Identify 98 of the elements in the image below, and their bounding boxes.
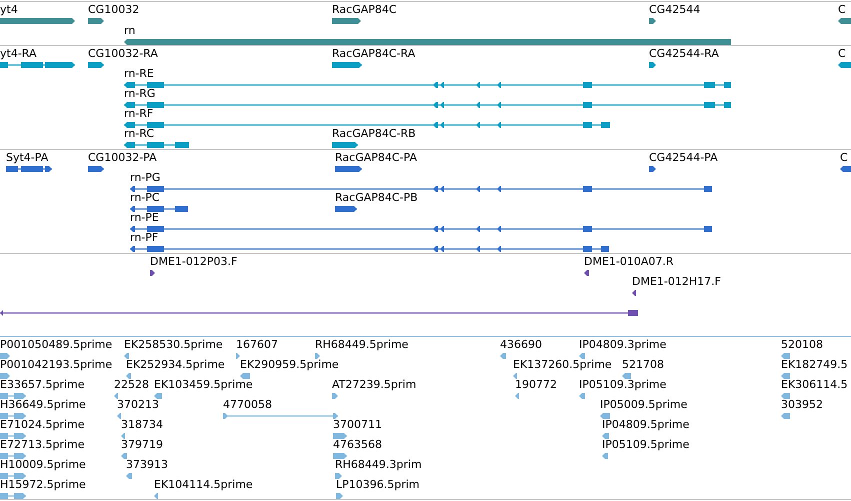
feature-glyph[interactable] (6, 165, 52, 173)
feature-label[interactable]: EK182749.5 (781, 358, 848, 371)
feature-label[interactable]: RacGAP84C-RB (332, 127, 416, 140)
feature-glyph[interactable] (130, 185, 712, 193)
feature-glyph[interactable] (130, 205, 188, 213)
feature-label[interactable]: E72713.5prime (0, 438, 84, 451)
feature-label[interactable]: AT27239.5prim (332, 378, 416, 391)
feature-glyph[interactable] (124, 38, 731, 46)
feature-label[interactable]: RacGAP84C-PB (335, 191, 418, 204)
feature-label[interactable]: CG10032-PA (88, 151, 157, 164)
feature-label[interactable]: LP10396.5prim (336, 478, 420, 491)
feature-glyph[interactable] (88, 165, 104, 173)
feature-label[interactable]: 4763568 (333, 438, 382, 451)
feature-label[interactable]: yt4 (0, 3, 18, 16)
feature-label[interactable]: RacGAP84C-RA (332, 47, 416, 60)
feature-glyph[interactable] (632, 289, 636, 297)
feature-label[interactable]: E33657.5prime (0, 378, 84, 391)
feature-label[interactable]: CG42544 (649, 3, 700, 16)
feature-glyph[interactable] (838, 61, 851, 69)
feature-label[interactable]: rn-RE (124, 67, 154, 80)
feature-label[interactable]: Syt4-PA (6, 151, 48, 164)
feature-label[interactable]: DME1-012H17.F (632, 275, 721, 288)
feature-label[interactable]: RH68449.5prime (315, 338, 408, 351)
feature-glyph[interactable] (150, 269, 155, 277)
feature-glyph[interactable] (649, 165, 656, 173)
feature-label[interactable]: EK258530.5prime (124, 338, 223, 351)
feature-glyph[interactable] (88, 17, 104, 25)
feature-glyph[interactable] (130, 225, 712, 233)
feature-label[interactable]: 436690 (500, 338, 542, 351)
feature-label[interactable]: EK290959.5prime (240, 358, 339, 371)
feature-glyph[interactable] (124, 121, 610, 129)
feature-label[interactable]: H10009.5prime (0, 458, 86, 471)
feature-label[interactable]: RacGAP84C-PA (335, 151, 417, 164)
feature-label[interactable]: CG10032-RA (88, 47, 158, 60)
feature-label[interactable]: H15972.5prime (0, 478, 86, 491)
feature-label[interactable]: rn-PC (130, 191, 160, 204)
feature-glyph[interactable] (0, 17, 75, 25)
feature-label[interactable]: 167607 (236, 338, 278, 351)
feature-label[interactable]: CG42544-PA (649, 151, 718, 164)
feature-label[interactable]: IP05009.5prime (600, 398, 688, 411)
feature-label[interactable]: RacGAP84C (332, 3, 397, 16)
feature-label[interactable]: 521708 (622, 358, 664, 371)
feature-label[interactable]: 370213 (117, 398, 159, 411)
feature-glyph[interactable] (124, 141, 189, 149)
feature-label[interactable]: EK137260.5prime (513, 358, 612, 371)
feature-label[interactable]: rn-PF (130, 231, 158, 244)
feature-label[interactable]: IP05109.3prime (579, 378, 666, 391)
feature-glyph[interactable] (124, 81, 731, 89)
feature-label[interactable]: H36649.5prime (0, 398, 86, 411)
feature-glyph[interactable] (840, 165, 851, 173)
feature-glyph[interactable] (332, 61, 362, 69)
feature-label[interactable]: EK252934.5prime (126, 358, 225, 371)
feature-label[interactable]: rn-PE (130, 211, 159, 224)
feature-label[interactable]: rn-RF (124, 107, 154, 120)
feature-label[interactable]: 520108 (781, 338, 823, 351)
feature-label[interactable]: 22528 (114, 378, 149, 391)
feature-label[interactable]: rn (124, 24, 136, 37)
feature-label[interactable]: 190772 (515, 378, 557, 391)
feature-glyph[interactable] (332, 141, 358, 149)
feature-glyph[interactable] (335, 205, 357, 213)
feature-glyph[interactable] (0, 61, 75, 69)
feature-glyph[interactable] (332, 17, 361, 25)
feature-label[interactable]: C (840, 151, 848, 164)
feature-label[interactable]: EK306114.5 (781, 378, 848, 391)
feature-glyph[interactable] (649, 17, 656, 25)
feature-glyph[interactable] (124, 101, 731, 109)
feature-label[interactable]: DME1-012P03.F (150, 255, 238, 268)
feature-label[interactable]: P001050489.5prime (0, 338, 112, 351)
feature-glyph[interactable] (88, 61, 104, 69)
feature-label[interactable]: IP04809.3prime (579, 338, 666, 351)
feature-label[interactable]: yt4-RA (0, 47, 37, 60)
feature-label[interactable]: 4770058 (223, 398, 272, 411)
feature-glyph[interactable] (335, 165, 362, 173)
feature-label[interactable]: 303952 (781, 398, 823, 411)
feature-label[interactable]: rn-PG (130, 171, 160, 184)
feature-label[interactable]: rn-RG (124, 87, 156, 100)
feature-label[interactable]: IP05109.5prime (602, 438, 690, 451)
feature-label[interactable]: CG42544-RA (649, 47, 719, 60)
feature-label[interactable]: EK103459.5prime (154, 378, 253, 391)
feature-label[interactable]: DME1-010A07.R (584, 255, 674, 268)
feature-label[interactable]: CG10032 (88, 3, 140, 16)
feature-label[interactable]: C (838, 3, 846, 16)
feature-label[interactable]: E71024.5prime (0, 418, 84, 431)
feature-label[interactable]: EK104114.5prime (154, 478, 253, 491)
feature-label[interactable]: 379719 (121, 438, 163, 451)
feature-label[interactable]: IP04809.5prime (602, 418, 690, 431)
feature-label[interactable]: P001042193.5prime (0, 358, 112, 371)
feature-label[interactable]: RH68449.3prim (335, 458, 422, 471)
feature-label[interactable]: C (838, 47, 846, 60)
feature-label[interactable]: rn-RC (124, 127, 154, 140)
feature-glyph[interactable] (838, 17, 851, 25)
feature-glyph[interactable] (130, 245, 609, 253)
feature-label[interactable]: 373913 (126, 458, 168, 471)
feature-glyph[interactable] (649, 61, 656, 69)
feature-label[interactable]: 318734 (121, 418, 163, 431)
feature-glyph[interactable] (584, 269, 589, 277)
feature-label[interactable]: 3700711 (333, 418, 382, 431)
feature-glyph[interactable] (0, 309, 638, 317)
